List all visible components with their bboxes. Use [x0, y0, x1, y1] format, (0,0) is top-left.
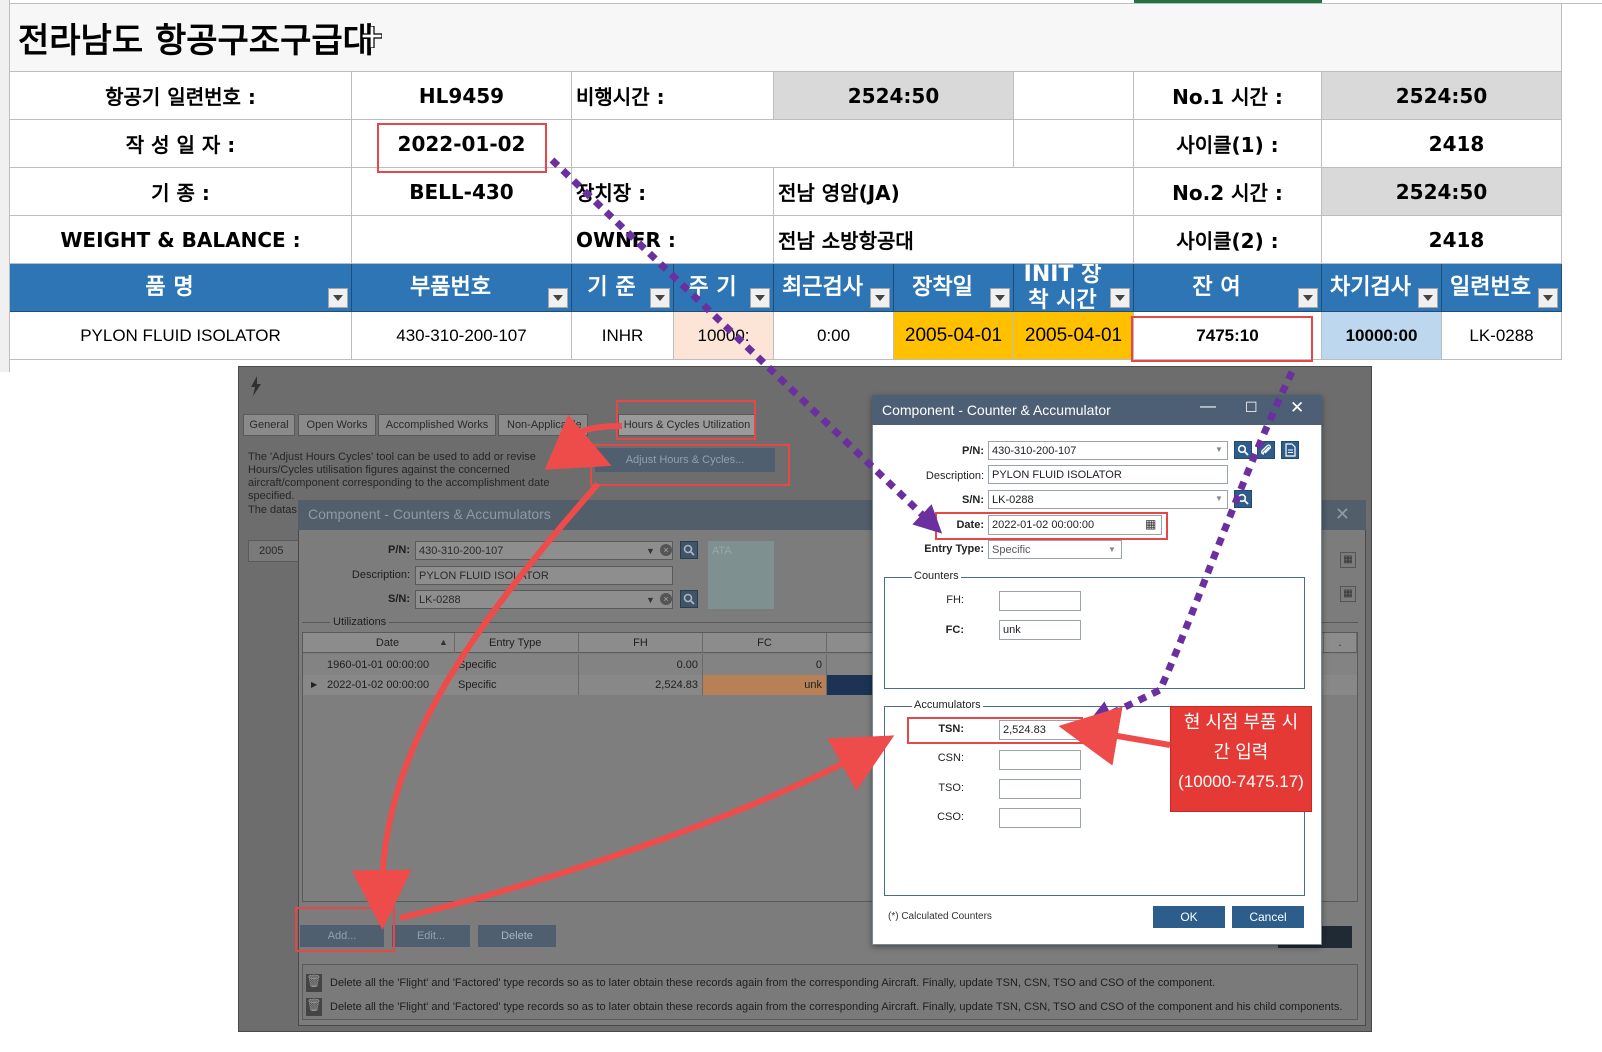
annotation-arrows	[351, 157, 1296, 930]
red-arrow	[399, 735, 895, 921]
dotted-arrow	[1085, 370, 1296, 727]
red-arrow	[544, 414, 623, 470]
red-arrow	[1058, 706, 1171, 766]
dotted-arrow	[549, 157, 943, 534]
red-arrow	[351, 482, 601, 930]
